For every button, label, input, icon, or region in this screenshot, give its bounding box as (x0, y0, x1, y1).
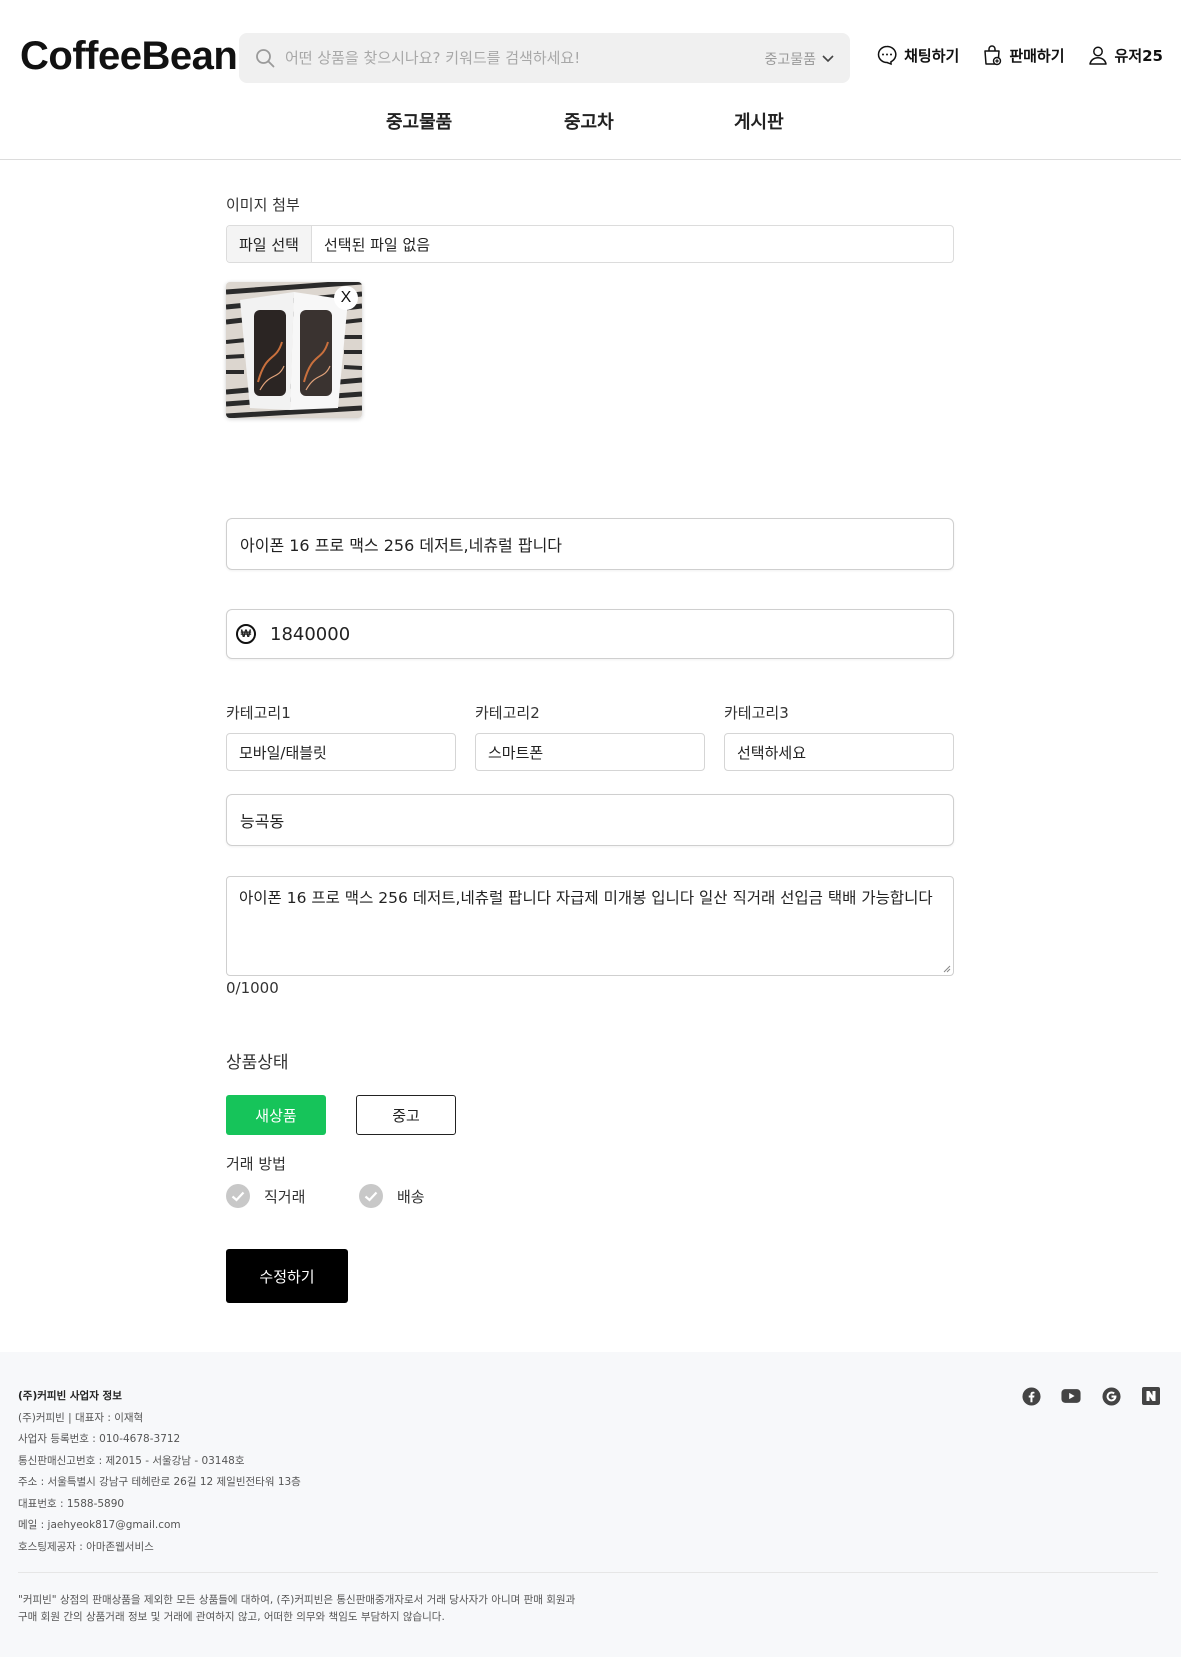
nav-used-goods[interactable]: 중고물품 (386, 108, 452, 134)
chat-label: 채팅하기 (904, 46, 960, 65)
trade-direct-option[interactable]: 직거래 (226, 1184, 305, 1208)
check-icon (226, 1184, 250, 1208)
social-links (1021, 1386, 1161, 1406)
nav-used-cars[interactable]: 중고차 (564, 108, 614, 134)
category2-value: 스마트폰 (488, 743, 544, 762)
condition-new-button[interactable]: 새상품 (226, 1095, 326, 1135)
footer-notice: "커피빈" 상점의 판매상품을 제외한 모든 상품들에 대하여, (주)커피빈은… (18, 1592, 575, 1626)
footer-info-line: (주)커피빈 | 대표자 : 이재혁 (18, 1412, 144, 1424)
title-value: 아이폰 16 프로 맥스 256 데저트,네츄럴 팝니다 (240, 536, 563, 555)
image-thumbnail: X (226, 282, 362, 418)
file-status-text: 선택된 파일 없음 (323, 235, 431, 254)
footer-info-line: 통신판매신고번호 : 제2015 - 서울강남 - 03148호 (18, 1455, 245, 1467)
shopping-bag-icon (984, 45, 1002, 66)
won-icon: ₩ (236, 624, 256, 644)
check-icon (359, 1184, 383, 1208)
price-field[interactable]: ₩ 1840000 (226, 609, 954, 659)
description-textarea[interactable]: 아이폰 16 프로 맥스 256 데저트,네츄럴 팝니다 자급제 미개봉 입니다… (226, 876, 954, 976)
description-value: 아이폰 16 프로 맥스 256 데저트,네츄럴 팝니다 자급제 미개봉 입니다… (239, 889, 933, 907)
footer-info-line: 메일 : jaehyeok817@gmail.com (18, 1519, 181, 1531)
user-menu-button[interactable]: 유저25 (1087, 44, 1163, 66)
category1-select[interactable]: 모바일/태블릿 (226, 733, 456, 771)
footer-divider (18, 1572, 1158, 1573)
footer-info-line: 대표번호 : 1588-5890 (18, 1498, 125, 1510)
search-icon[interactable] (255, 48, 275, 68)
footer-notice-line: "커피빈" 상점의 판매상품을 제외한 모든 상품들에 대하여, (주)커피빈은… (18, 1594, 576, 1606)
naver-icon[interactable] (1141, 1386, 1161, 1406)
footer-info-line: 주소 : 서울특별시 강남구 테헤란로 26길 12 제일빈전타워 13층 (18, 1476, 301, 1488)
file-select-button[interactable]: 파일 선택 (227, 226, 312, 262)
location-value: 능곡동 (240, 812, 285, 831)
search-scope-label: 중고물품 (764, 52, 816, 68)
condition-used-button[interactable]: 중고 (356, 1095, 456, 1135)
sell-button[interactable]: 판매하기 (981, 44, 1065, 66)
title-field[interactable]: 아이폰 16 프로 맥스 256 데저트,네츄럴 팝니다 (226, 518, 954, 570)
category3-value: 선택하세요 (737, 743, 807, 762)
condition-label: 상품상태 (226, 1053, 289, 1073)
footer-title: (주)커피빈 사업자 정보 (18, 1390, 122, 1402)
location-field[interactable]: 능곡동 (226, 794, 954, 846)
site-logo[interactable]: CoffeeBean (20, 34, 238, 79)
username: 유저25 (1114, 46, 1163, 65)
category1-value: 모바일/태블릿 (239, 743, 327, 762)
price-value: 1840000 (270, 623, 351, 645)
trade-delivery-option[interactable]: 배송 (359, 1184, 425, 1208)
char-counter: 0/1000 (226, 979, 279, 997)
category2-select[interactable]: 스마트폰 (475, 733, 705, 771)
youtube-icon[interactable] (1061, 1386, 1081, 1406)
site-footer: (주)커피빈 사업자 정보 (주)커피빈 | 대표자 : 이재혁 사업자 등록번… (0, 1352, 1181, 1657)
footer-info-line: 호스팅제공자 : 아마존웹서비스 (18, 1541, 154, 1553)
footer-notice-line: 구매 회원 간의 상품거래 정보 및 거래에 관여하지 않고, 어떠한 의무와 … (18, 1610, 445, 1623)
site-header: CoffeeBean 중고물품 채팅하기 판매하기 유저25 중고물품 중고차 … (0, 0, 1181, 160)
trade-direct-label: 직거래 (264, 1187, 306, 1206)
chat-icon (877, 45, 897, 66)
facebook-icon[interactable] (1021, 1386, 1041, 1406)
category3-select[interactable]: 선택하세요 (724, 733, 954, 771)
category2-label: 카테고리2 (475, 704, 540, 722)
google-play-icon[interactable] (1101, 1386, 1121, 1406)
search-input[interactable] (285, 33, 725, 83)
header-actions: 채팅하기 판매하기 유저25 (876, 44, 1163, 66)
remove-image-button[interactable]: X (334, 286, 358, 310)
trade-delivery-label: 배송 (397, 1187, 425, 1206)
chevron-down-icon (822, 55, 834, 63)
nav-board[interactable]: 게시판 (734, 108, 784, 134)
footer-info-line: 사업자 등록번호 : 010-4678-3712 (18, 1433, 181, 1445)
trade-method-label: 거래 방법 (226, 1155, 286, 1173)
image-attach-label: 이미지 첨부 (226, 196, 300, 214)
category3-label: 카테고리3 (724, 704, 789, 722)
chat-button[interactable]: 채팅하기 (876, 44, 959, 66)
sell-label: 판매하기 (1009, 46, 1065, 65)
submit-edit-button[interactable]: 수정하기 (226, 1249, 348, 1303)
main-nav: 중고물품 중고차 게시판 (0, 108, 1181, 138)
category1-label: 카테고리1 (226, 704, 291, 722)
file-input[interactable]: 파일 선택 선택된 파일 없음 (226, 225, 954, 263)
user-icon (1088, 46, 1107, 65)
search-scope-dropdown[interactable]: 중고물품 (764, 49, 834, 69)
resize-handle-icon[interactable] (943, 965, 951, 973)
search-bar: 중고물품 (239, 33, 850, 83)
